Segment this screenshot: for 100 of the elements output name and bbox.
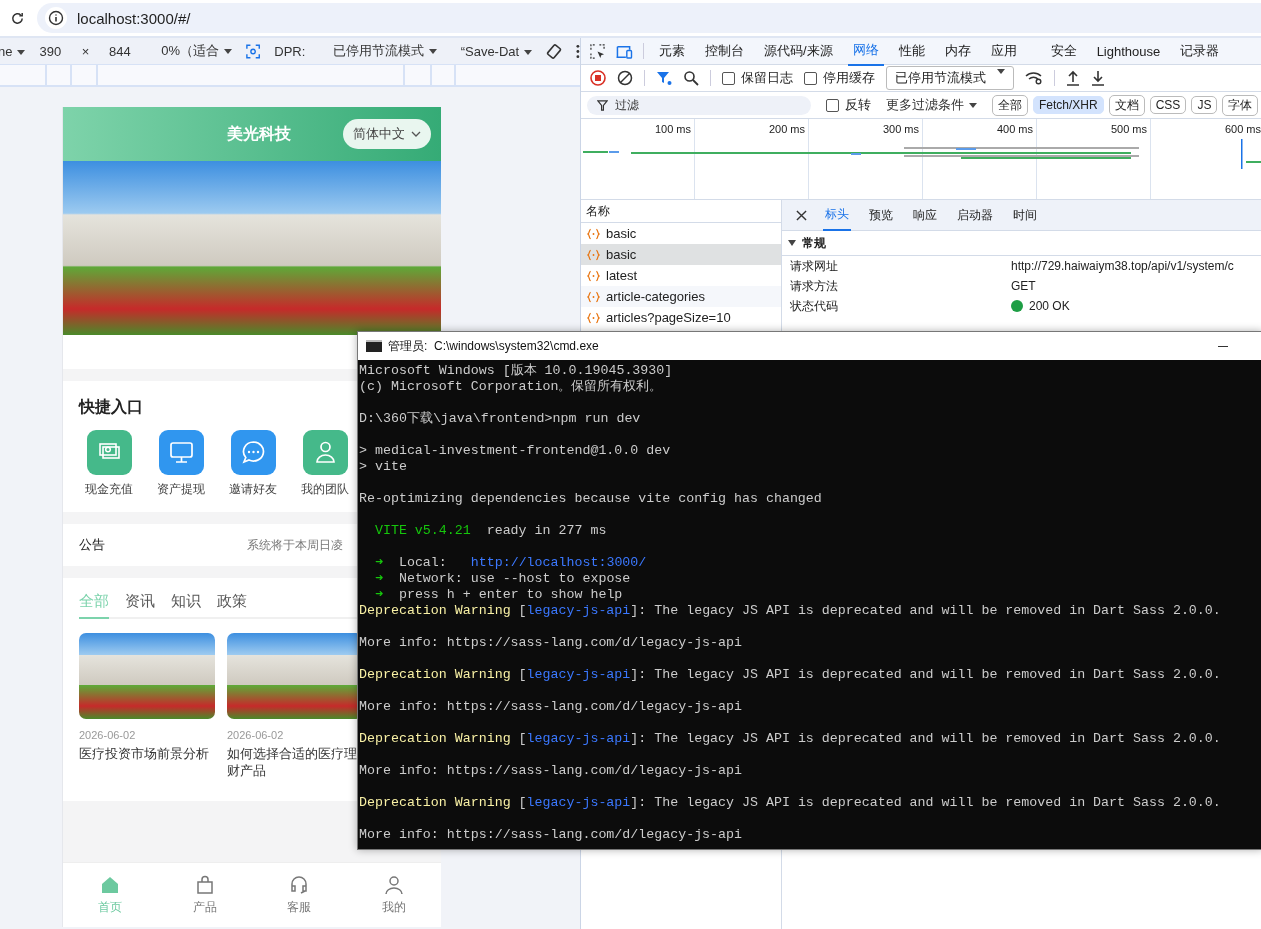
device-toggle-icon[interactable] [615, 43, 633, 59]
checkbox-box[interactable] [722, 71, 735, 85]
notice-text: 系统将于本周日凌 [247, 536, 343, 554]
filter-field[interactable]: 过滤 [587, 95, 811, 115]
quick-entry-item[interactable]: 我的团队 [295, 430, 355, 498]
terminal-line: More info: https://sass-lang.com/d/legacy-js-api [359, 762, 743, 779]
type-filter-chip[interactable]: 字体 [1222, 94, 1259, 116]
download-icon[interactable] [1091, 70, 1105, 86]
terminal-line: Re-optimizing dependencies because vite config has changed [359, 490, 823, 507]
devtools-tab[interactable]: 网络 [847, 36, 884, 66]
devtools-tab[interactable]: 性能 [893, 37, 930, 65]
checkbox-box[interactable] [804, 71, 817, 85]
json-braces-icon [587, 269, 600, 282]
type-filter-chip[interactable]: Fetch/XHR [1033, 96, 1104, 114]
filter-icon[interactable] [656, 70, 672, 86]
header-name: 状态代码 [790, 297, 839, 315]
devtools-tab[interactable]: 记录器 [1175, 37, 1225, 65]
checkbox-box[interactable] [826, 98, 839, 112]
request-row[interactable]: basic [581, 244, 781, 265]
detail-tab[interactable]: 时间 [1011, 200, 1039, 230]
throttle-select[interactable]: 已停用节流模式 [886, 66, 1014, 90]
devtools-tab[interactable]: 安全 [1045, 37, 1082, 65]
zoom-select[interactable]: 0%（适合 [161, 42, 233, 60]
type-filter-chip[interactable]: 全部 [992, 94, 1028, 116]
language-select[interactable]: 简体中文 [343, 119, 431, 149]
checkbox[interactable]: 反转 [826, 96, 871, 114]
minimize-button[interactable] [1218, 345, 1228, 347]
request-row[interactable]: articles?pageSize=10 [581, 307, 781, 328]
quick-entry-item[interactable]: 邀请好友 [223, 430, 283, 498]
more-icon[interactable] [576, 43, 580, 59]
time-tick-label: 400 ms [995, 123, 1034, 135]
detail-tab[interactable]: 预览 [867, 200, 895, 230]
wifi-settings-icon[interactable] [1025, 71, 1043, 85]
devtools-tab[interactable]: 源代码/来源 [759, 37, 838, 65]
request-row[interactable]: article-categories [581, 286, 781, 307]
terminal-line: More info: https://sass-lang.com/d/legacy-js-api [359, 634, 743, 651]
terminal-line: Deprecation Warning [legacy-js-api]: The legacy JS API is deprecated and will be removed in Dart Sass 2.0.0. [359, 730, 1222, 747]
status-dot-icon [1011, 300, 1023, 312]
screenshot-icon[interactable] [246, 43, 261, 59]
terminal-line: D:\360下载\java\frontend>npm run dev [359, 410, 642, 427]
devtools-tab[interactable]: 内存 [939, 37, 976, 65]
devtools-tab[interactable]: 元素 [654, 37, 690, 65]
info-icon[interactable] [45, 7, 67, 29]
times-sign: × [81, 43, 91, 59]
category-tab[interactable]: 政策 [217, 592, 247, 617]
detail-tab[interactable]: 标头 [823, 199, 851, 231]
request-row[interactable]: latest [581, 265, 781, 286]
throttle-select[interactable]: 已停用节流模式 [333, 42, 447, 60]
terminal-line: ➜ press h + enter to show help [373, 587, 624, 603]
record-stop-icon[interactable] [590, 70, 606, 86]
search-icon[interactable] [683, 70, 699, 86]
detail-tab[interactable]: 响应 [911, 200, 939, 230]
width-field[interactable]: 390 [39, 43, 68, 59]
header-name: 请求方法 [790, 277, 839, 295]
caret-icon [224, 49, 233, 55]
article-title[interactable]: 医疗投资市场前景分析 [79, 745, 215, 762]
category-tab[interactable]: 资讯 [125, 592, 155, 617]
checkbox[interactable]: 保留日志 [722, 69, 793, 87]
terminal-icon [366, 340, 382, 352]
upload-icon[interactable] [1066, 70, 1080, 86]
terminal-line: ➜ Network: use --host to expose [373, 571, 632, 587]
checkbox[interactable]: 停用缓存 [804, 69, 875, 87]
devtools-tab[interactable]: 控制台 [700, 37, 749, 65]
type-filter-chip[interactable]: CSS [1149, 96, 1187, 114]
chevron-down-icon [411, 131, 421, 137]
json-braces-icon [587, 311, 600, 324]
time-tick-label: 300 ms [881, 123, 920, 135]
nav-item[interactable]: 产品 [157, 863, 252, 927]
height-field[interactable]: 844 [109, 43, 138, 59]
caret-icon[interactable] [788, 239, 796, 247]
terminal-line: Microsoft Windows [版本 10.0.19045.3930] [359, 363, 674, 379]
detail-tab[interactable]: 启动器 [955, 200, 995, 230]
timeline-overview[interactable]: 100 ms 200 ms 300 ms 400 ms 500 ms 600 ms [581, 119, 1261, 200]
inspect-icon[interactable] [590, 43, 605, 59]
column-header[interactable]: 名称 [581, 200, 781, 223]
reload-icon[interactable] [10, 10, 25, 26]
close-icon[interactable] [796, 209, 807, 221]
type-filter-chip[interactable]: JS [1191, 96, 1218, 114]
header-value: http://729.haiwaiym38.top/api/v1/system/c [1011, 259, 1234, 273]
devtools-tab[interactable]: Lighthouse [1091, 38, 1166, 64]
terminal-line: > vite [359, 459, 408, 475]
rotate-icon[interactable] [546, 42, 563, 60]
request-row[interactable]: basic [581, 223, 781, 244]
article-date: 2026-06-02 [79, 729, 137, 741]
category-tab[interactable]: 知识 [171, 592, 201, 617]
clear-icon[interactable] [617, 70, 633, 86]
save-data-select[interactable]: “Save-Dat [460, 43, 533, 59]
devtools-tab[interactable]: 应用 [985, 37, 1022, 65]
section-header[interactable]: 常规 [782, 231, 1261, 256]
nav-item[interactable]: 我的 [346, 863, 441, 927]
caret-icon [969, 103, 977, 109]
more-filters-dropdown[interactable]: 更多过滤条件 [886, 96, 977, 114]
type-filter-chip[interactable]: 文档 [1108, 94, 1145, 116]
quick-entry-item[interactable]: 资产提现 [151, 430, 211, 498]
quick-entry-item[interactable]: 现金充值 [79, 430, 139, 498]
app-title: 美光科技 [227, 123, 291, 144]
nav-item[interactable]: 客服 [252, 863, 347, 927]
section-title: 快捷入口 [79, 398, 143, 415]
address-bar[interactable]: localhost:3000/#/ [37, 3, 1261, 33]
caret-icon [997, 69, 1005, 74]
